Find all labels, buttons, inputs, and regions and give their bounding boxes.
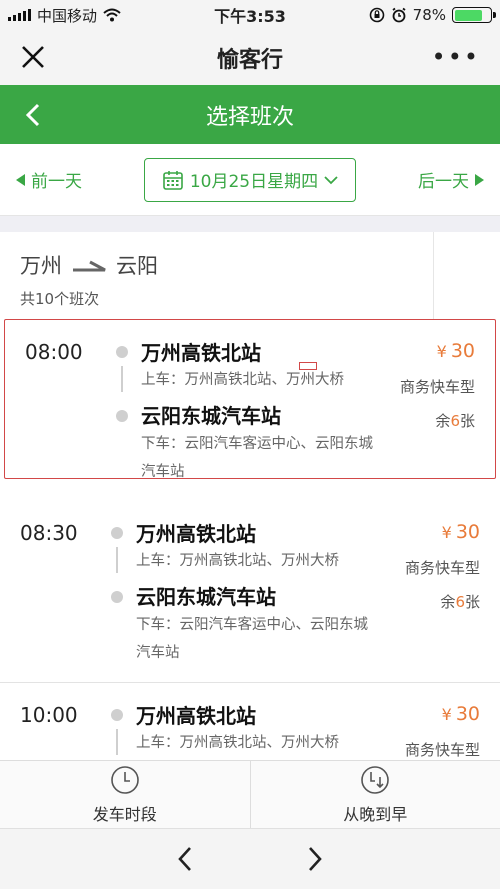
clock-down-icon	[361, 765, 390, 794]
divider	[433, 232, 434, 319]
rotation-lock-icon	[369, 7, 384, 23]
arrive-station: 云阳东城汽车站	[136, 585, 276, 609]
bottom-tab-bar: 发车时段 从晚到早	[0, 760, 500, 828]
more-options-icon[interactable]: •••	[432, 45, 480, 69]
signal-icon	[8, 9, 31, 21]
departure-time: 10:00	[20, 703, 78, 727]
depart-station: 万州高铁北站	[136, 704, 256, 728]
status-time: 下午3:53	[214, 7, 286, 26]
timeline-dot	[111, 709, 123, 721]
sort-late-early-tab[interactable]: 从晚到早	[249, 761, 500, 828]
board-stops: 上车：万州高铁北站、万州大桥	[136, 735, 339, 751]
sort-late-early-label: 从晚到早	[343, 804, 408, 824]
timeline-line	[121, 366, 123, 392]
close-icon[interactable]	[20, 44, 46, 70]
timeline-dot	[116, 346, 128, 358]
depart-period-tab[interactable]: 发车时段	[0, 761, 250, 828]
chevron-down-icon	[324, 175, 338, 184]
timeline-line	[116, 547, 118, 573]
battery-icon	[452, 7, 496, 23]
board-stops: 上车：万州高铁北站、万州大桥	[141, 372, 344, 388]
battery-percent: 78%	[412, 6, 446, 24]
selected-date: 10月25日星期四	[189, 172, 319, 192]
vehicle-type: 商务快车型	[404, 741, 480, 759]
arrive-station: 云阳东城汽车站	[141, 404, 281, 428]
timeline-dot	[111, 591, 123, 603]
wifi-icon	[103, 8, 121, 22]
app-title: 愉客行	[216, 47, 283, 73]
trip-item[interactable]: 08:30 万州高铁北站 上车：万州高铁北站、万州大桥 云阳东城汽车站 下车：云…	[0, 501, 500, 683]
timeline-line	[116, 729, 118, 755]
price: ¥30	[436, 340, 475, 362]
trip-list: 08:00 万州高铁北站 上车：万州高铁北站、万州大桥 云阳东城汽车站 下车：云…	[0, 319, 500, 773]
prev-day-button[interactable]: 前一天	[16, 167, 82, 192]
vehicle-type: 商务快车型	[399, 378, 475, 396]
browser-nav-bar	[0, 828, 500, 889]
timeline-dot	[116, 410, 128, 422]
clock-icon	[110, 765, 139, 794]
next-day-button[interactable]: 后一天	[418, 167, 484, 192]
carrier: 中国移动	[37, 6, 98, 25]
depart-station: 万州高铁北站	[136, 522, 256, 546]
departure-time: 08:30	[20, 521, 78, 545]
price: ¥30	[441, 703, 480, 725]
triangle-right-icon	[475, 173, 484, 186]
date-picker[interactable]: 10月25日星期四	[144, 157, 356, 202]
date-bar: 前一天 10月25日星期四 后一天	[0, 144, 500, 216]
status-bar: 中国移动 下午3:53 78%	[0, 0, 500, 30]
next-day-label: 后一天	[418, 172, 469, 192]
prev-day-label: 前一天	[31, 172, 82, 192]
timeline-dot	[111, 527, 123, 539]
nav-forward-icon[interactable]	[305, 845, 325, 873]
trip-item[interactable]: 08:00 万州高铁北站 上车：万州高铁北站、万州大桥 云阳东城汽车站 下车：云…	[4, 319, 496, 480]
vehicle-type: 商务快车型	[404, 559, 480, 577]
seats-left: 余6张	[440, 593, 480, 611]
page-title: 选择班次	[205, 104, 294, 130]
route-to: 云阳	[116, 254, 158, 278]
seats-left: 余6张	[435, 412, 475, 430]
triangle-left-icon	[16, 173, 25, 186]
spacer	[0, 216, 500, 232]
route-arrow-icon	[73, 260, 106, 272]
depart-period-label: 发车时段	[92, 804, 157, 824]
page-header: 选择班次	[0, 85, 500, 144]
depart-station: 万州高铁北站	[141, 341, 261, 365]
route-summary: 万州 云阳 共10个班次	[0, 232, 500, 319]
calendar-icon	[163, 170, 183, 190]
alight-stops: 下车：云阳汽车客运中心、云阳东城汽车站	[141, 436, 373, 480]
route-from: 万州	[20, 254, 62, 278]
nav-back-icon[interactable]	[175, 845, 195, 873]
departure-time: 08:00	[25, 340, 83, 364]
alight-stops: 下车：云阳汽车客运中心、云阳东城汽车站	[136, 617, 368, 661]
price: ¥30	[441, 521, 480, 543]
trip-count: 共10个班次	[20, 290, 100, 308]
back-icon[interactable]	[22, 101, 46, 129]
app-nav-bar: 愉客行 •••	[0, 30, 500, 85]
board-stops: 上车：万州高铁北站、万州大桥	[136, 553, 339, 569]
alarm-icon	[392, 7, 406, 23]
